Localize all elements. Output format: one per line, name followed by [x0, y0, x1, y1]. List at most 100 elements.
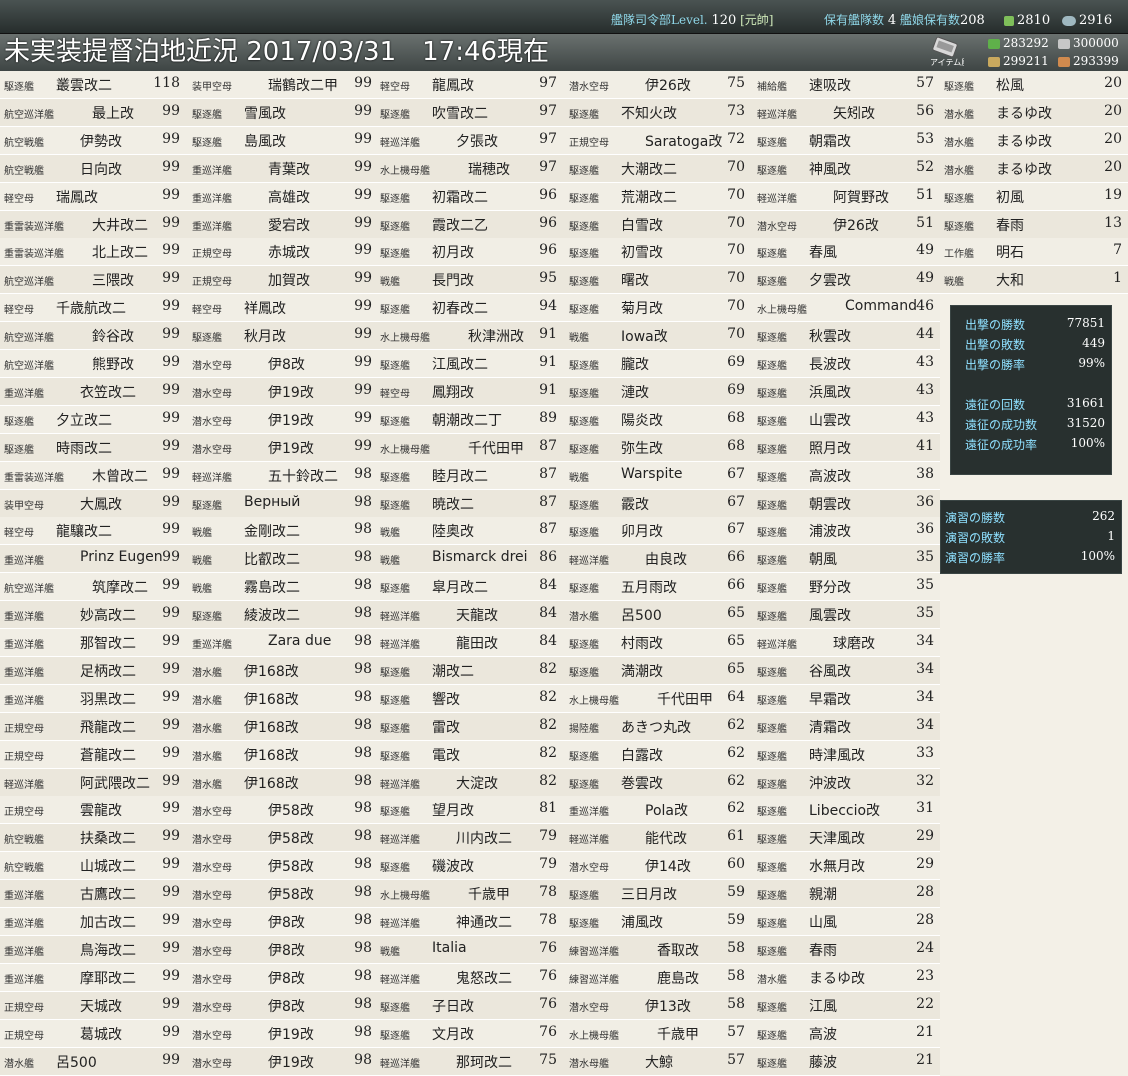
ship-level: 29	[916, 856, 934, 873]
ship-row: 潜水空母 伊19改 99	[188, 377, 376, 406]
ship-name: 伊8改	[268, 998, 305, 1015]
ship-type: 潜水空母	[192, 946, 232, 958]
item-shop-button[interactable]: アイテム屋	[928, 34, 969, 68]
steel-resource: 299211	[988, 53, 1049, 69]
bauxite-resource: 293399	[1058, 53, 1119, 69]
ship-level: 70	[727, 326, 745, 343]
ship-row: 駆逐艦 綾波改二 98	[188, 601, 376, 630]
ship-name: 伊168改	[244, 663, 299, 680]
ship-type: 潜水艦	[4, 1058, 34, 1070]
ship-row: 潜水空母 伊19改 99	[188, 433, 376, 462]
ship-row: 駆逐艦 睦月改二 87	[376, 461, 565, 490]
ship-level: 34	[916, 660, 934, 677]
ship-row: 戦艦 長門改 95	[376, 266, 565, 295]
ship-row: 駆逐艦 朧改 69	[565, 350, 753, 378]
ship-name: 村雨改	[621, 636, 663, 652]
ship-level: 98	[354, 995, 372, 1012]
ship-level: 99	[162, 130, 180, 147]
ship-name: 早霜改	[809, 691, 851, 708]
ammo-bullets-icon	[988, 56, 1000, 67]
ship-level: 57	[916, 75, 934, 91]
ship-name: 白雪改	[621, 217, 663, 234]
ship-type: 重巡洋艦	[4, 556, 44, 568]
ship-row: 駆逐艦 朝潮改二丁 89	[376, 405, 565, 434]
ship-name: 霧島改二	[244, 580, 300, 597]
ship-level: 89	[539, 409, 557, 426]
ship-level: 99	[162, 437, 180, 454]
ship-name: 朝霜改	[809, 133, 851, 150]
ship-level: 99	[354, 242, 372, 259]
ship-row: 重巡洋艦 古鷹改二 99	[0, 880, 188, 909]
ship-level: 98	[354, 660, 372, 677]
ship-type: 水上機母艦	[380, 333, 430, 345]
ship-row: 潜水艦 まるゆ改 20	[940, 126, 1128, 155]
ship-level: 59	[727, 884, 745, 901]
top-status-bar: 艦隊司令部Level. 120 [元帥] 保有艦隊数 4 艦娘保有数208 28…	[0, 0, 1128, 34]
ship-name: 山風	[809, 915, 837, 931]
ship-name: 夕立改二	[56, 412, 112, 429]
ship-row: 駆逐艦 夕雲改 49	[753, 266, 940, 295]
ship-row: 軽巡洋艦 矢矧改 56	[753, 98, 940, 127]
ship-level: 76	[539, 939, 557, 956]
ship-type: 重雷装巡洋艦	[4, 249, 64, 261]
ship-name: 伊19改	[268, 1026, 314, 1043]
ship-row: 駆逐艦 五月雨改 66	[565, 573, 753, 602]
ship-type: 駆逐艦	[757, 388, 787, 400]
exercise-rate-label: 演習の勝率	[945, 551, 1006, 565]
ship-type: 駆逐艦	[380, 109, 410, 121]
ship-name: 青葉改	[268, 161, 310, 178]
ship-type: 重巡洋艦	[192, 165, 232, 177]
ship-row: 補給艦 速吸改 57	[753, 71, 940, 99]
ship-type: 駆逐艦	[569, 500, 599, 512]
ship-type: 軽巡洋艦	[757, 193, 797, 205]
ship-level: 98	[354, 939, 372, 956]
ship-row: 駆逐艦 朝風 35	[753, 545, 940, 574]
ship-row: 潜水空母 伊26改 75	[565, 71, 753, 99]
ship-type: 軽巡洋艦	[4, 779, 44, 791]
ship-row: 潜水艦 伊168改 98	[188, 768, 376, 797]
ship-name: 山城改二	[80, 859, 136, 876]
ship-level: 99	[354, 75, 372, 91]
ship-name: 初月改	[432, 245, 474, 262]
ship-row: 潜水艦 呂500 99	[0, 1047, 188, 1076]
ship-level: 51	[916, 214, 934, 231]
ship-row: 航空巡洋艦 筑摩改二 99	[0, 573, 188, 602]
ship-row: 戦艦 大和 1	[940, 266, 1128, 295]
ship-level: 84	[539, 577, 557, 594]
ship-level: 87	[539, 493, 557, 510]
shipgirl-count-value: 208	[959, 13, 985, 28]
ship-name: Prinz Eugen	[80, 549, 163, 566]
ship-level: 96	[539, 242, 557, 259]
ship-type: 駆逐艦	[757, 444, 787, 456]
ship-name: 響改	[432, 691, 460, 708]
ship-level: 99	[354, 214, 372, 231]
ship-name: 望月改	[432, 803, 474, 820]
ship-level: 99	[162, 772, 180, 789]
ship-row: 潜水空母 伊26改 51	[753, 210, 940, 239]
ship-level: 81	[539, 800, 557, 817]
ship-row: 軽巡洋艦 龍田改 84	[376, 629, 565, 657]
ship-type: 航空巡洋艦	[4, 584, 54, 596]
ship-type: 練習巡洋艦	[569, 946, 619, 958]
ship-level: 84	[539, 633, 557, 649]
ship-level: 99	[162, 967, 180, 984]
ship-name: 時雨改二	[56, 440, 112, 457]
ship-level: 35	[916, 549, 934, 566]
ship-name: 電改	[432, 747, 460, 764]
ship-name: 伊168改	[244, 719, 299, 736]
ship-level: 98	[354, 856, 372, 873]
ship-type: 重巡洋艦	[192, 221, 232, 233]
ship-row: 戦艦 Iowa改 70	[565, 322, 753, 351]
ship-name: 長波改	[809, 357, 851, 373]
ship-level: 91	[539, 381, 557, 398]
exercise-stats-panel: 演習の勝数 262 演習の敗数 1 演習の勝率 100%	[940, 500, 1122, 574]
ship-row: 駆逐艦 秋月改 99	[188, 322, 376, 351]
ship-level: 49	[916, 270, 934, 287]
ship-level: 28	[916, 912, 934, 928]
ship-type: 戦艦	[192, 556, 212, 568]
ship-row: 駆逐艦 朝霜改 53	[753, 126, 940, 155]
ship-level: 99	[162, 354, 180, 370]
ship-row: 軽巡洋艦 五十鈴改二 98	[188, 461, 376, 490]
ship-type: 駆逐艦	[380, 807, 410, 819]
ship-level: 76	[539, 967, 557, 984]
